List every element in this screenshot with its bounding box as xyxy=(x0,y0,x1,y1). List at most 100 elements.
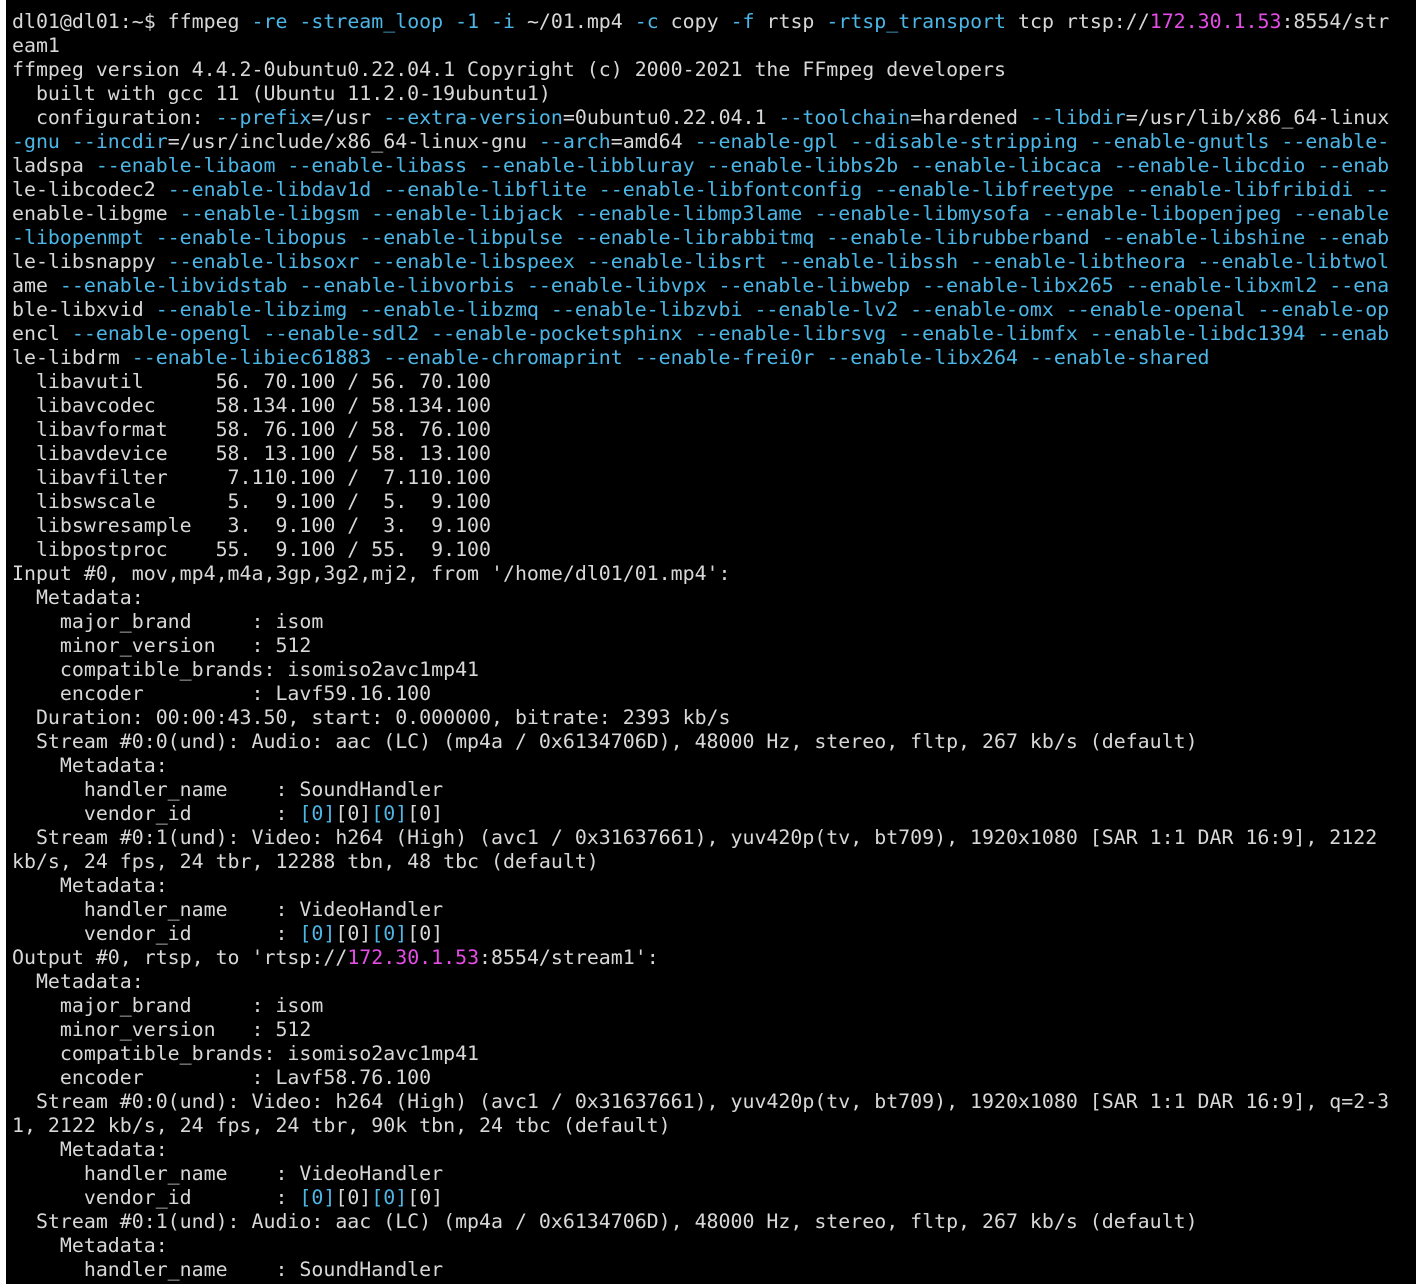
highlighted-token: --enable-libdav1d --enable-libflite --en… xyxy=(167,178,1390,201)
output-line: vendor_id : [0][0][0][0] xyxy=(12,1186,1412,1210)
highlighted-token: --enable-libgsm --enable-libjack --enabl… xyxy=(179,202,1390,225)
highlighted-token: --arch xyxy=(538,130,611,153)
output-line: libavdevice 58. 13.100 / 58. 13.100 xyxy=(12,442,1412,466)
text-segment: Metadata: xyxy=(12,874,168,897)
output-line: libswresample 3. 9.100 / 3. 9.100 xyxy=(12,514,1412,538)
output-line: encoder : Lavf59.16.100 xyxy=(12,682,1412,706)
output-line: handler_name : SoundHandler xyxy=(12,1258,1412,1282)
text-segment: handler_name : VideoHandler xyxy=(12,1162,444,1185)
text-segment: ble-libxvid xyxy=(12,298,156,321)
text-segment: [0] xyxy=(407,1186,444,1209)
text-segment: =hardened xyxy=(910,106,1030,129)
highlighted-token: --enable-libiec61883 --enable-chromaprin… xyxy=(131,346,1210,369)
text-segment: encoder : Lavf59.16.100 xyxy=(12,682,432,705)
output-line: enable-libgme --enable-libgsm --enable-l… xyxy=(12,202,1412,226)
text-segment: libpostproc 55. 9.100 / 55. 9.100 xyxy=(12,538,492,561)
text-segment: =amd64 xyxy=(610,130,695,153)
output-line: eam1 xyxy=(12,34,1412,58)
text-segment: Stream #0:0(und): Video: h264 (High) (av… xyxy=(12,1090,1390,1113)
output-line: compatible_brands: isomiso2avc1mp41 xyxy=(12,658,1412,682)
output-line: major_brand : isom xyxy=(12,610,1412,634)
output-line: libpostproc 55. 9.100 / 55. 9.100 xyxy=(12,538,1412,562)
text-segment: [0] xyxy=(335,802,372,825)
highlighted-token: --extra-version xyxy=(383,106,563,129)
highlighted-token: -gnu --incdir xyxy=(12,130,168,153)
text-segment: Metadata: xyxy=(12,970,144,993)
text-segment: Stream #0:0(und): Audio: aac (LC) (mp4a … xyxy=(12,730,1198,753)
text-segment: configuration: xyxy=(12,106,216,129)
output-line: major_brand : isom xyxy=(12,994,1412,1018)
text-segment: ~/01.mp4 xyxy=(514,10,635,33)
highlighted-token: --enable-libzimg --enable-libzmq --enabl… xyxy=(155,298,1390,321)
highlighted-token: -c xyxy=(634,10,659,33)
output-line: handler_name : SoundHandler xyxy=(12,778,1412,802)
output-line: le-libsnappy --enable-libsoxr --enable-l… xyxy=(12,250,1412,274)
output-line: configuration: --prefix=/usr --extra-ver… xyxy=(12,106,1412,130)
output-line: -libopenmpt --enable-libopus --enable-li… xyxy=(12,226,1412,250)
output-line: libavutil 56. 70.100 / 56. 70.100 xyxy=(12,370,1412,394)
output-line: libavfilter 7.110.100 / 7.110.100 xyxy=(12,466,1412,490)
output-line: libavformat 58. 76.100 / 58. 76.100 xyxy=(12,418,1412,442)
text-segment: handler_name : VideoHandler xyxy=(12,898,444,921)
command-line: dl01@dl01:~$ ffmpeg -re -stream_loop -1 … xyxy=(12,10,1412,34)
highlighted-token: -f xyxy=(730,10,755,33)
output-line: Input #0, mov,mp4,m4a,3gp,3g2,mj2, from … xyxy=(12,562,1412,586)
highlighted-token: [0] xyxy=(371,922,408,945)
output-line: encoder : Lavf58.76.100 xyxy=(12,1066,1412,1090)
output-line: Stream #0:0(und): Audio: aac (LC) (mp4a … xyxy=(12,730,1412,754)
output-line: Duration: 00:00:43.50, start: 0.000000, … xyxy=(12,706,1412,730)
terminal-window[interactable]: dl01@dl01:~$ ffmpeg -re -stream_loop -1 … xyxy=(6,0,1416,1284)
text-segment: Duration: 00:00:43.50, start: 0.000000, … xyxy=(12,706,731,729)
text-segment: vendor_id : xyxy=(12,1186,300,1209)
output-line: compatible_brands: isomiso2avc1mp41 xyxy=(12,1042,1412,1066)
output-line: 1, 2122 kb/s, 24 fps, 24 tbr, 90k tbn, 2… xyxy=(12,1114,1412,1138)
text-segment: Input #0, mov,mp4,m4a,3gp,3g2,mj2, from … xyxy=(12,562,731,585)
output-line: Metadata: xyxy=(12,970,1412,994)
output-line: Metadata: xyxy=(12,1138,1412,1162)
highlighted-token: --prefix xyxy=(215,106,312,129)
highlighted-token: --enable-libsoxr --enable-libspeex --ena… xyxy=(167,250,1390,273)
highlighted-token: -re -stream_loop -1 -i xyxy=(251,10,515,33)
output-line: le-libdrm --enable-libiec61883 --enable-… xyxy=(12,346,1412,370)
text-segment: Stream #0:1(und): Video: h264 (High) (av… xyxy=(12,826,1378,849)
text-segment: compatible_brands: isomiso2avc1mp41 xyxy=(12,1042,480,1065)
text-segment: Metadata: xyxy=(12,1138,168,1161)
output-line: ffmpeg version 4.4.2-0ubuntu0.22.04.1 Co… xyxy=(12,58,1412,82)
output-line: Output #0, rtsp, to 'rtsp://172.30.1.53:… xyxy=(12,946,1412,970)
text-segment: Metadata: xyxy=(12,586,144,609)
text-segment: [0] xyxy=(407,922,444,945)
output-line: ame --enable-libvidstab --enable-libvorb… xyxy=(12,274,1412,298)
text-segment: Stream #0:1(und): Audio: aac (LC) (mp4a … xyxy=(12,1210,1198,1233)
text-segment: eam1 xyxy=(12,34,60,57)
output-line: encl --enable-opengl --enable-sdl2 --ena… xyxy=(12,322,1412,346)
terminal-output: dl01@dl01:~$ ffmpeg -re -stream_loop -1 … xyxy=(12,10,1412,1282)
text-segment: libavfilter 7.110.100 / 7.110.100 xyxy=(12,466,492,489)
text-segment: :8554/stream1': xyxy=(479,946,659,969)
text-segment: vendor_id : xyxy=(12,802,300,825)
text-segment: encl xyxy=(12,322,72,345)
highlighted-token: --enable-opengl --enable-sdl2 --enable-p… xyxy=(71,322,1390,345)
highlighted-token: -libopenmpt --enable-libopus --enable-li… xyxy=(12,226,1390,249)
highlighted-token: --enable-libvidstab --enable-libvorbis -… xyxy=(59,274,1390,297)
text-segment: Output #0, rtsp, to 'rtsp:// xyxy=(12,946,348,969)
ip-address: 172.30.1.53 xyxy=(347,946,480,969)
text-segment: vendor_id : xyxy=(12,922,300,945)
highlighted-token: [0] xyxy=(299,1186,336,1209)
output-line: Metadata: xyxy=(12,754,1412,778)
text-segment: compatible_brands: isomiso2avc1mp41 xyxy=(12,658,480,681)
highlighted-token: [0] xyxy=(371,802,408,825)
output-line: handler_name : VideoHandler xyxy=(12,1162,1412,1186)
output-line: libswscale 5. 9.100 / 5. 9.100 xyxy=(12,490,1412,514)
text-segment: built with gcc 11 (Ubuntu 11.2.0-19ubunt… xyxy=(12,82,551,105)
text-segment: rtsp xyxy=(754,10,827,33)
ip-address: 172.30.1.53 xyxy=(1149,10,1282,33)
output-line: ble-libxvid --enable-libzimg --enable-li… xyxy=(12,298,1412,322)
text-segment: enable-libgme xyxy=(12,202,180,225)
output-line: minor_version : 512 xyxy=(12,1018,1412,1042)
text-segment: :8554/str xyxy=(1281,10,1390,33)
output-line: minor_version : 512 xyxy=(12,634,1412,658)
output-line: Metadata: xyxy=(12,874,1412,898)
output-line: kb/s, 24 fps, 24 tbr, 12288 tbn, 48 tbc … xyxy=(12,850,1412,874)
output-line: built with gcc 11 (Ubuntu 11.2.0-19ubunt… xyxy=(12,82,1412,106)
text-segment: handler_name : SoundHandler xyxy=(12,778,444,801)
